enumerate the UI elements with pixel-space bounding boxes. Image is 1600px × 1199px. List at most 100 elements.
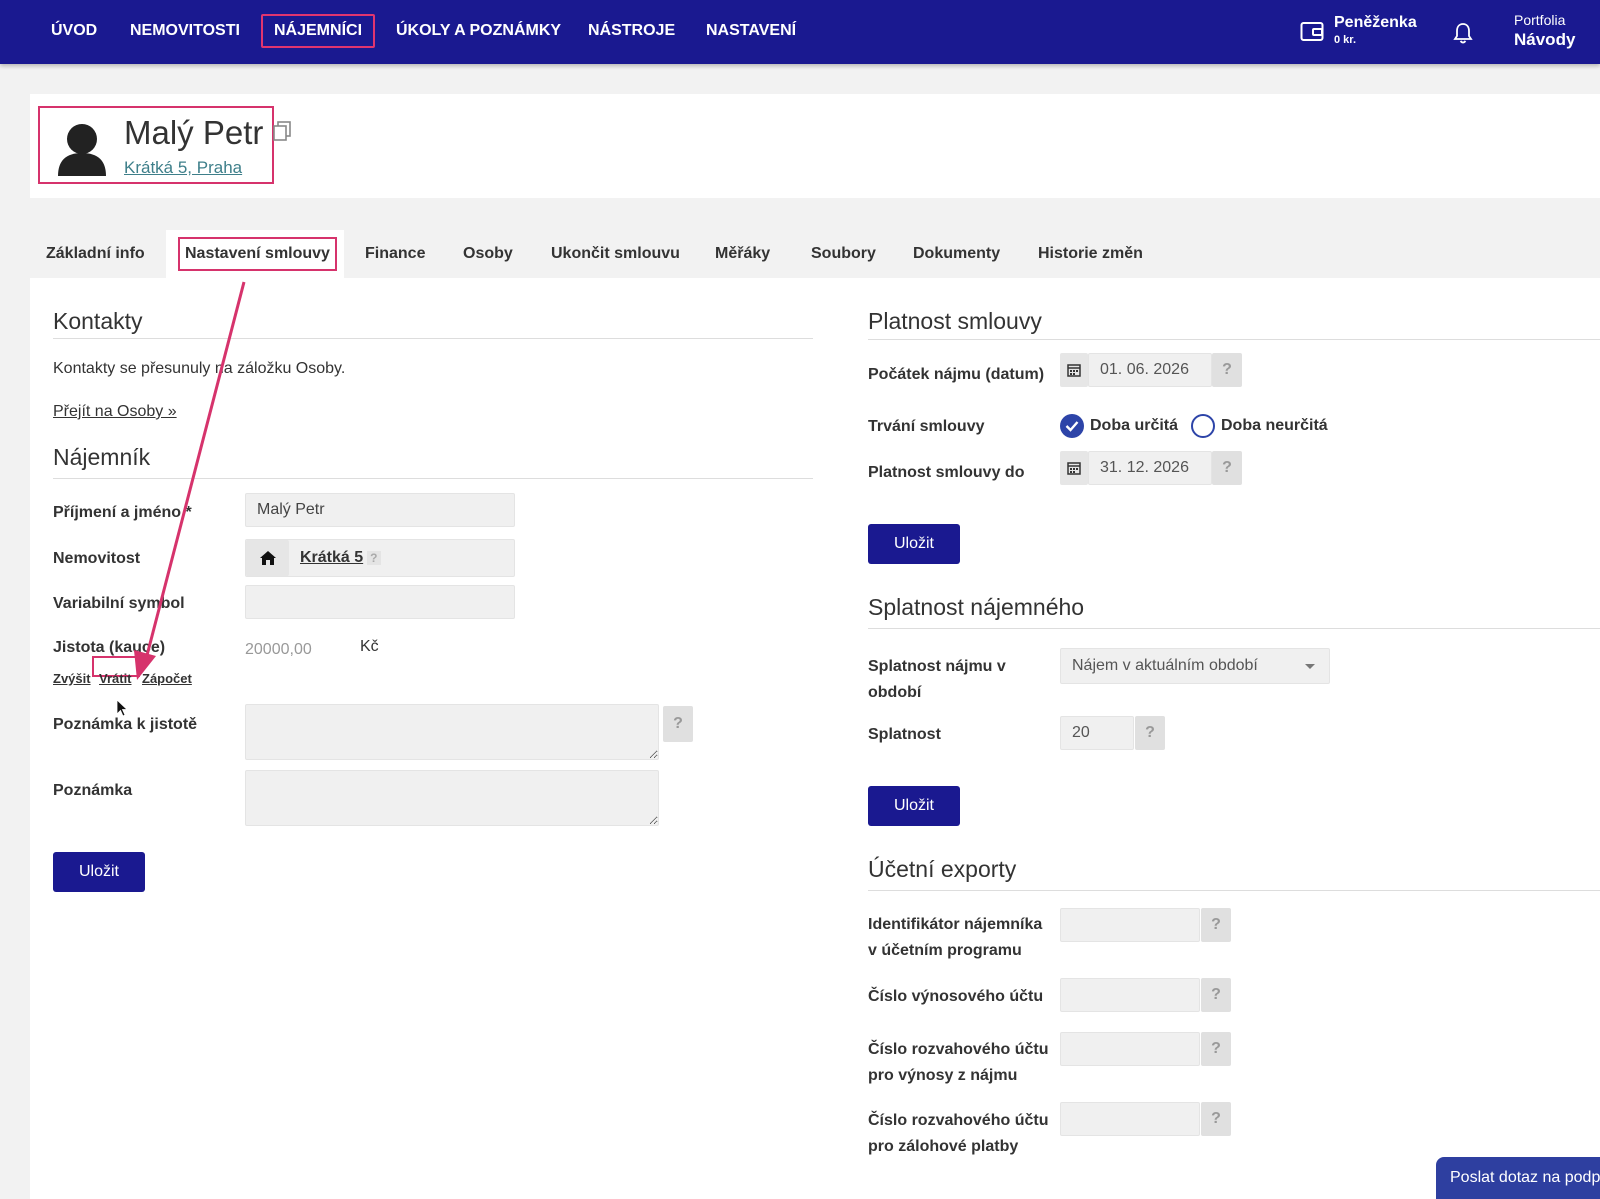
validity-title: Platnost smlouvy xyxy=(868,308,1042,334)
export-field-label: Číslo rozvahového účtu pro zálohové plat… xyxy=(868,1108,1048,1160)
property-field: Krátká 5 ? xyxy=(245,539,515,577)
chevron-down-icon xyxy=(1305,664,1315,669)
tenant-identifier-help-icon[interactable]: ? xyxy=(1201,908,1231,942)
indefinite-term-label[interactable]: Doba neurčitá xyxy=(1221,417,1328,435)
label-line: v účetním programu xyxy=(868,942,1022,959)
due-period-label: Splatnost nájmu v období xyxy=(868,654,1006,706)
start-date-input[interactable]: 01. 06. 2026 xyxy=(1088,353,1212,387)
note-textarea[interactable] xyxy=(245,770,659,826)
deposit-return-link[interactable]: Vrátit xyxy=(99,671,132,686)
deposit-offset-link[interactable]: Zápočet xyxy=(142,671,192,686)
fixed-term-radio[interactable] xyxy=(1060,414,1084,438)
calendar-addon[interactable] xyxy=(1060,353,1088,387)
due-save-button[interactable]: Uložit xyxy=(868,786,960,826)
balance-advance-account-help-icon[interactable]: ? xyxy=(1201,1102,1231,1136)
revenue-account-input[interactable] xyxy=(1060,978,1200,1012)
indefinite-term-radio[interactable] xyxy=(1191,414,1215,438)
tab-soubory[interactable]: Soubory xyxy=(811,230,876,278)
label-line: Číslo rozvahového účtu xyxy=(868,1112,1049,1129)
balance-advance-account-input[interactable] xyxy=(1060,1102,1200,1136)
divider xyxy=(53,338,813,339)
nav-item-ukoly[interactable]: ÚKOLY A POZNÁMKY xyxy=(385,14,572,48)
end-date-help-icon[interactable]: ? xyxy=(1212,451,1242,485)
tab-historie-zmen[interactable]: Historie změn xyxy=(1038,230,1143,278)
due-period-select-value: Nájem v aktuálním období xyxy=(1072,657,1258,674)
nav-item-nemovitosti[interactable]: NEMOVITOSTI xyxy=(119,14,251,48)
support-request-button[interactable]: Poslat dotaz na podporu xyxy=(1436,1157,1600,1199)
name-input[interactable]: Malý Petr xyxy=(245,493,515,527)
avatar-icon xyxy=(58,124,106,176)
due-title: Splatnost nájemného xyxy=(868,594,1085,620)
variable-symbol-input[interactable] xyxy=(245,585,515,619)
tenant-identifier-input[interactable] xyxy=(1060,908,1200,942)
name-label-text: Příjmení a jméno xyxy=(53,504,182,521)
end-date-input[interactable]: 31. 12. 2026 xyxy=(1088,451,1212,485)
tab-osoby[interactable]: Osoby xyxy=(463,230,513,278)
property-link[interactable]: Krátká 5 xyxy=(300,549,363,567)
tenant-save-button[interactable]: Uložit xyxy=(53,852,145,892)
label-line: Číslo výnosového účtu xyxy=(868,988,1044,1005)
divider xyxy=(868,339,1600,340)
due-period-select[interactable]: Nájem v aktuálním období xyxy=(1060,648,1330,684)
mouse-cursor-icon xyxy=(116,699,128,717)
due-period-label-line1: Splatnost nájmu v xyxy=(868,658,1006,675)
tab-ukoncit-smlouvu[interactable]: Ukončit smlouvu xyxy=(551,230,680,278)
tab-finance[interactable]: Finance xyxy=(365,230,425,278)
wallet-label: Peněženka xyxy=(1334,14,1417,31)
export-field-label: Číslo výnosového účtu xyxy=(868,984,1043,1010)
deposit-note-textarea[interactable] xyxy=(245,704,659,760)
due-period-label-line2: období xyxy=(868,684,922,701)
nav-item-najemnici[interactable]: NÁJEMNÍCI xyxy=(261,14,376,48)
name-label: Příjmení a jméno * xyxy=(53,500,192,526)
label-line: pro zálohové platby xyxy=(868,1138,1019,1155)
portfolio-menu[interactable]: Portfolia Návody xyxy=(1514,12,1575,50)
due-day-input[interactable]: 20 xyxy=(1060,716,1134,750)
contacts-text: Kontakty se přesunuly na záložku Osoby. xyxy=(53,360,346,377)
start-date-help-icon[interactable]: ? xyxy=(1212,353,1242,387)
exports-title: Účetní exporty xyxy=(868,856,1017,882)
home-icon xyxy=(259,551,276,565)
calendar-icon xyxy=(1067,364,1081,377)
bell-icon[interactable] xyxy=(1452,22,1474,44)
due-day-label: Splatnost xyxy=(868,726,941,743)
label-line: Identifikátor nájemníka xyxy=(868,916,1043,933)
tenant-address-link[interactable]: Krátká 5, Praha xyxy=(124,158,242,178)
nav-item-nastaveni[interactable]: NASTAVENÍ xyxy=(695,14,807,48)
property-label: Nemovitost xyxy=(53,550,141,567)
property-help-icon[interactable]: ? xyxy=(367,551,381,565)
balance-rent-account-help-icon[interactable]: ? xyxy=(1201,1032,1231,1066)
deposit-note-help-icon[interactable]: ? xyxy=(663,706,693,742)
calendar-icon xyxy=(1067,462,1081,475)
contract-settings-panel: Kontakty Kontakty se přesunuly na záložk… xyxy=(30,278,1600,1199)
deposit-increase-link[interactable]: Zvýšit xyxy=(53,671,91,686)
balance-rent-account-input[interactable] xyxy=(1060,1032,1200,1066)
profile-highlight: Malý Petr Krátká 5, Praha xyxy=(38,106,274,184)
variable-symbol-label: Variabilní symbol xyxy=(53,595,185,612)
export-field-label: Číslo rozvahového účtu pro výnosy z nájm… xyxy=(868,1037,1048,1089)
divider xyxy=(868,628,1600,629)
tab-bar: Základní info Nastavení smlouvy Finance … xyxy=(30,230,1600,278)
label-line: pro výnosy z nájmu xyxy=(868,1067,1018,1084)
tab-dokumenty[interactable]: Dokumenty xyxy=(913,230,1000,278)
start-date-label: Počátek nájmu (datum) xyxy=(868,366,1045,383)
fixed-term-label[interactable]: Doba určitá xyxy=(1090,417,1178,435)
nav-item-nastroje[interactable]: NÁSTROJE xyxy=(577,14,686,48)
deposit-currency: Kč xyxy=(360,638,379,655)
due-day-help-icon[interactable]: ? xyxy=(1135,716,1165,750)
tenant-section-title: Nájemník xyxy=(53,444,151,470)
nav-item-uvod[interactable]: ÚVOD xyxy=(40,14,108,48)
tab-meraky[interactable]: Měřáky xyxy=(715,230,770,278)
copy-icon[interactable] xyxy=(272,120,292,142)
duration-label: Trvání smlouvy xyxy=(868,418,985,435)
go-to-persons-link[interactable]: Přejít na Osoby » xyxy=(53,403,177,421)
tenant-name: Malý Petr xyxy=(124,114,264,151)
validity-save-button[interactable]: Uložit xyxy=(868,524,960,564)
tab-nastaveni-smlouvy[interactable]: Nastavení smlouvy xyxy=(178,237,337,271)
calendar-addon[interactable] xyxy=(1060,451,1088,485)
tab-zakladni-info[interactable]: Základní info xyxy=(46,230,145,278)
contacts-title: Kontakty xyxy=(53,308,143,334)
note-label: Poznámka xyxy=(53,782,133,799)
portfolio-value: Návody xyxy=(1514,30,1576,49)
tenant-header: Malý Petr Krátká 5, Praha xyxy=(30,94,1600,198)
revenue-account-help-icon[interactable]: ? xyxy=(1201,978,1231,1012)
